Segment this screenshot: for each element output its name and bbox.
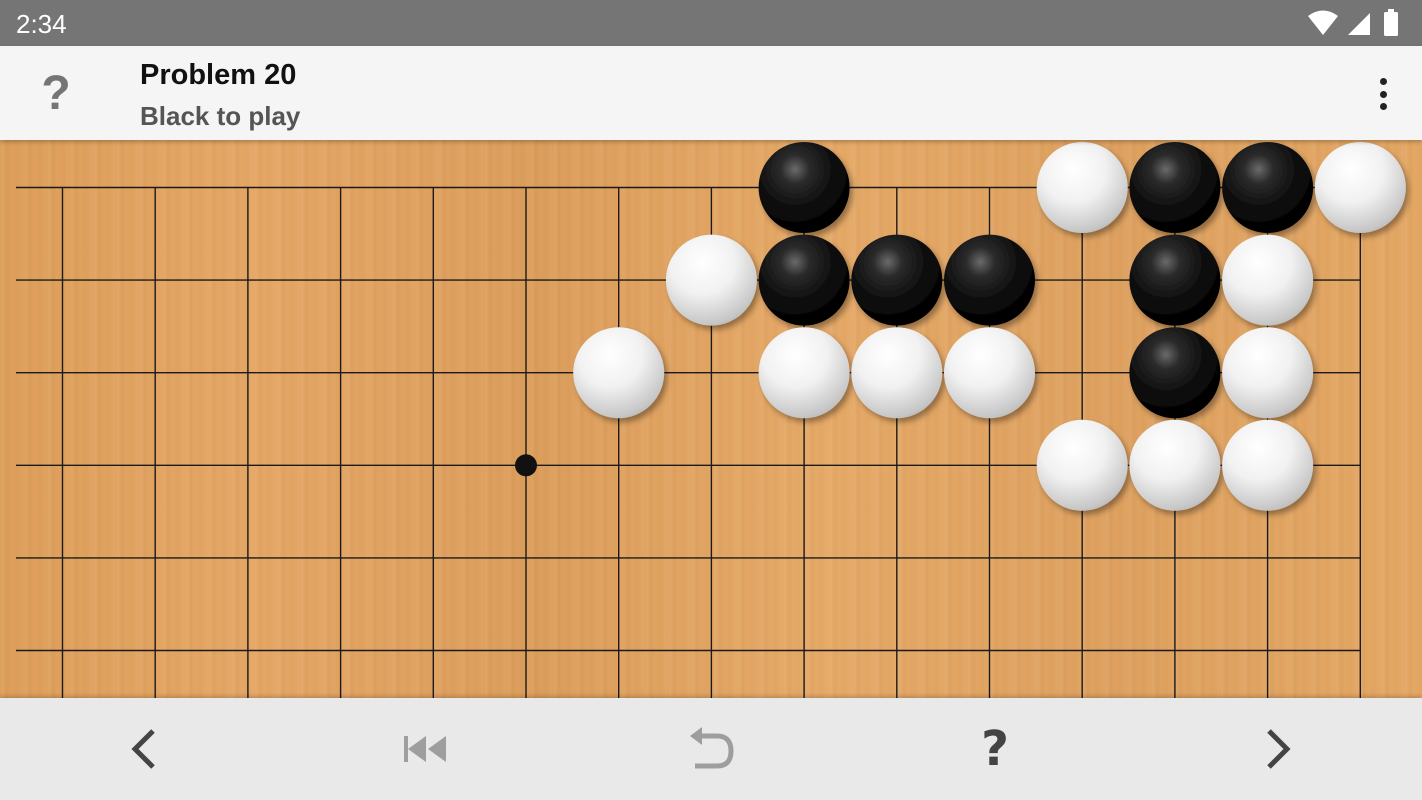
black-stone	[1129, 234, 1221, 326]
white-stone	[1314, 142, 1406, 233]
white-stone	[1036, 142, 1128, 233]
go-board[interactable]	[0, 140, 1422, 698]
white-stone	[1129, 419, 1221, 511]
white-stone	[851, 327, 943, 419]
help-icon[interactable]: ?	[30, 64, 82, 122]
black-stone	[1129, 327, 1221, 419]
problem-title: Problem 20	[140, 59, 297, 91]
chevron-right-icon	[1267, 729, 1291, 769]
star-point	[515, 454, 537, 477]
white-stone	[1222, 234, 1314, 326]
status-time: 2:34	[16, 9, 67, 39]
status-icons	[1308, 9, 1408, 37]
first-move-button[interactable]	[366, 698, 486, 800]
cell-signal-icon	[1348, 13, 1370, 35]
black-stone	[944, 234, 1035, 326]
white-stone	[1036, 419, 1128, 511]
wifi-icon	[1308, 10, 1338, 35]
undo-icon	[690, 727, 734, 769]
battery-icon	[1384, 9, 1398, 36]
white-stone	[1222, 327, 1314, 419]
undo-button[interactable]	[651, 698, 771, 800]
skip-to-start-icon	[404, 736, 446, 762]
status-bar: 2:34	[0, 0, 1422, 46]
white-stone	[758, 327, 850, 419]
help-icon: ?	[981, 721, 1009, 777]
chevron-left-icon	[131, 729, 155, 769]
white-stone	[573, 327, 665, 419]
black-stone	[1222, 142, 1314, 233]
white-stone	[1222, 419, 1314, 511]
bottom-navigation: ?	[0, 698, 1422, 800]
black-stone	[758, 234, 850, 326]
menu-dot	[1379, 78, 1387, 85]
star-points	[515, 454, 537, 477]
next-button[interactable]	[1219, 698, 1339, 800]
white-stone	[944, 327, 1035, 419]
menu-dot	[1379, 90, 1387, 98]
menu-dot	[1379, 103, 1387, 110]
turn-indicator: Black to play	[140, 101, 301, 131]
board-canvas[interactable]	[0, 140, 1422, 698]
black-stone	[1129, 142, 1221, 233]
black-stone	[851, 234, 943, 326]
previous-button[interactable]	[83, 698, 203, 800]
hint-button[interactable]: ?	[935, 698, 1055, 800]
black-stone	[758, 142, 850, 233]
overflow-menu-icon[interactable]	[1368, 74, 1398, 114]
app-bar: ? Problem 20 Black to play	[0, 46, 1422, 140]
white-stone	[665, 234, 757, 326]
